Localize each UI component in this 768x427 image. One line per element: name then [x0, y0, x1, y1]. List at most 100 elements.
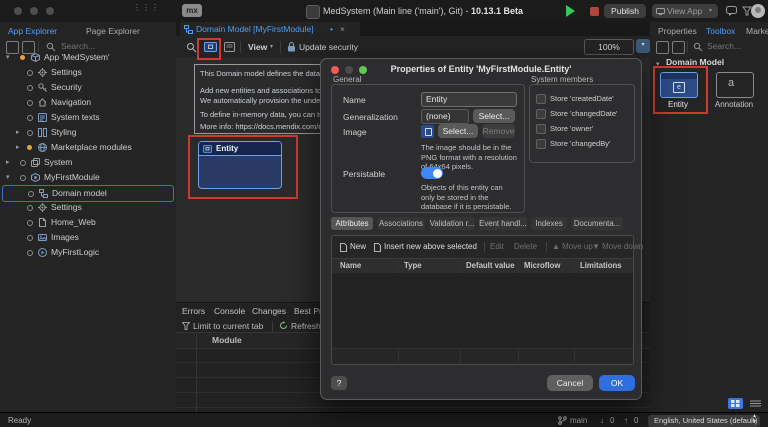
chevron-down-icon[interactable]: ▾	[709, 4, 712, 18]
help-button[interactable]: ?	[331, 376, 347, 390]
new-attribute-button[interactable]: New	[350, 242, 366, 251]
store-changedby-checkbox[interactable]	[536, 139, 546, 149]
select-tool-icon[interactable]	[186, 42, 197, 53]
chevron-right-icon[interactable]: ▸	[16, 140, 20, 155]
store-createddate-checkbox[interactable]	[536, 94, 546, 104]
refresh-button[interactable]: Refresh	[291, 321, 321, 331]
store-changeddate-checkbox[interactable]	[536, 109, 546, 119]
view-app-button[interactable]: View App ▾	[652, 4, 718, 18]
tab-changes[interactable]: Changes	[252, 306, 286, 316]
table-row[interactable]	[332, 288, 633, 304]
tab-page-explorer[interactable]: Page Explorer	[86, 26, 140, 36]
change-dot	[27, 100, 33, 106]
user-avatar[interactable]	[751, 4, 765, 18]
move-down-button[interactable]: ▼ Move down	[592, 242, 643, 251]
name-label: Name	[343, 95, 366, 105]
change-dot	[27, 205, 33, 211]
grid-view-toggle[interactable]	[728, 398, 743, 409]
stop-button[interactable]	[590, 7, 599, 16]
toolbox-item-annotation[interactable]: a	[716, 72, 754, 98]
tree-item-settings-module[interactable]: Settings	[0, 200, 176, 215]
expand-all-icon[interactable]	[672, 41, 685, 54]
incoming-commits-icon[interactable]: ↓	[600, 416, 604, 425]
tree-item-images[interactable]: Images	[0, 230, 176, 245]
toolbar-divider	[280, 41, 281, 53]
tree-item-settings[interactable]: Settings	[0, 65, 176, 80]
persistable-toggle[interactable]	[421, 167, 443, 179]
tab-documentation[interactable]: Documenta...	[571, 217, 623, 230]
tree-item-home-web[interactable]: Home_Web	[0, 215, 176, 230]
tab-associations[interactable]: Associations	[377, 217, 425, 230]
limit-to-current-tab-button[interactable]: Limit to current tab	[193, 321, 263, 331]
chevron-right-icon[interactable]: ▸	[6, 155, 10, 170]
tree-item-security[interactable]: Security	[0, 80, 176, 95]
zoom-level[interactable]: 100%	[584, 39, 634, 55]
text-document-icon	[38, 113, 47, 122]
table-row[interactable]	[332, 303, 633, 319]
outgoing-commits-icon[interactable]: ↑	[624, 416, 628, 425]
chevron-down-icon[interactable]: ▾	[270, 43, 273, 50]
feedback-icon[interactable]	[726, 6, 737, 16]
update-security-button[interactable]: Update security	[299, 42, 358, 52]
tab-attributes[interactable]: Attributes	[331, 217, 373, 230]
tree-item-styling[interactable]: ▸ Styling	[0, 125, 176, 140]
view-menu[interactable]: View	[248, 42, 267, 52]
list-view-toggle[interactable]	[748, 398, 763, 409]
highlight-box-toolbox-entity	[653, 66, 708, 114]
run-button[interactable]	[566, 5, 575, 17]
annotation-tool-icon[interactable]	[224, 42, 235, 52]
app-grid-icon[interactable]: ⋮⋮⋮	[133, 6, 160, 10]
tab-properties[interactable]: Properties	[658, 26, 697, 36]
image-remove-button[interactable]: Remove	[482, 124, 515, 138]
branch-name[interactable]: main	[570, 416, 587, 425]
chevron-down-icon[interactable]: ▾	[6, 170, 10, 185]
name-field[interactable]	[421, 92, 517, 107]
tree-item-app-medsystem[interactable]: ▾ App 'MedSystem'	[0, 50, 176, 65]
tree-item-navigation[interactable]: Navigation	[0, 95, 176, 110]
tree-item-system-texts[interactable]: System texts	[0, 110, 176, 125]
tab-toolbox[interactable]: Toolbox	[706, 26, 735, 36]
move-up-button[interactable]: ▲ Move up	[552, 242, 593, 251]
tab-indexes[interactable]: Indexes	[531, 217, 567, 230]
insert-document-icon	[374, 243, 381, 252]
tab-marketplace[interactable]: Marketplace	[746, 26, 768, 36]
table-row[interactable]	[332, 333, 633, 349]
change-dot	[27, 70, 33, 76]
tree-item-myfirstmodule[interactable]: ▾ MyFirstModule	[0, 170, 176, 185]
tab-console[interactable]: Console	[214, 306, 245, 316]
tab-domain-model[interactable]: Domain Model [MyFirstModule] • ×	[180, 22, 360, 36]
cancel-button[interactable]: Cancel	[547, 375, 593, 391]
tree-item-marketplace-modules[interactable]: ▸ Marketplace modules	[0, 140, 176, 155]
chevron-right-icon[interactable]: ▸	[16, 125, 20, 140]
tree-item-myfirstlogic[interactable]: MyFirstLogic	[0, 245, 176, 260]
store-createddate-label: Store 'createdDate'	[550, 94, 614, 103]
chevron-down-icon[interactable]: ▾	[6, 50, 10, 65]
change-dot	[28, 191, 34, 197]
insert-attribute-button[interactable]: Insert new above selected	[384, 242, 477, 251]
image-entity-icon-button[interactable]	[421, 125, 434, 138]
tab-validation-rules[interactable]: Validation r...	[429, 217, 475, 230]
table-row[interactable]	[332, 273, 633, 289]
close-icon[interactable]: ×	[340, 22, 345, 36]
tab-app-explorer[interactable]: App Explorer	[8, 26, 57, 36]
minimize-window-icon[interactable]	[30, 7, 38, 15]
ok-button[interactable]: OK	[599, 375, 635, 391]
zoom-dropdown-icon[interactable]: ▾	[636, 39, 650, 53]
image-select-button[interactable]: Select...	[438, 124, 478, 138]
tree-item-system[interactable]: ▸ System	[0, 155, 176, 170]
edit-attribute-button[interactable]: Edit	[490, 242, 504, 251]
store-owner-checkbox[interactable]	[536, 124, 546, 134]
zoom-window-icon[interactable]	[46, 7, 54, 15]
generalization-field[interactable]: (none)	[421, 109, 469, 124]
tab-errors[interactable]: Errors	[182, 306, 205, 316]
toolbox-search-input[interactable]	[705, 40, 767, 52]
generalization-select-button[interactable]: Select...	[473, 109, 515, 123]
close-window-icon[interactable]	[14, 7, 22, 15]
language-selector[interactable]: English, United States (default) ▲▼	[648, 415, 760, 427]
publish-button[interactable]: Publish	[604, 4, 646, 18]
domain-model-icon	[39, 189, 48, 198]
table-row[interactable]	[332, 318, 633, 334]
delete-attribute-button[interactable]: Delete	[514, 242, 537, 251]
tab-event-handlers[interactable]: Event handl...	[479, 217, 527, 230]
collapse-all-icon[interactable]	[656, 41, 669, 54]
